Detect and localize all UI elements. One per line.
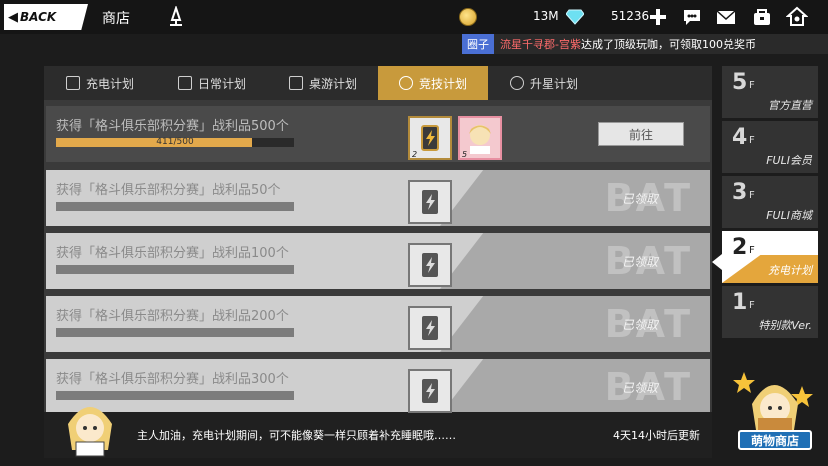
claimed-status: 已领取 xyxy=(621,381,658,395)
tab-label: 桌游计划 xyxy=(308,76,357,91)
floor-number: 3 xyxy=(732,180,748,205)
floor-5[interactable]: 5 F 官方直营 xyxy=(722,66,818,118)
floor-4[interactable]: 4 F FULI会员 xyxy=(722,121,818,173)
chat-icon[interactable] xyxy=(681,6,703,28)
task-title: 获得「格斗俱乐部积分赛」战利品50个 xyxy=(56,183,281,198)
reward-item[interactable] xyxy=(408,180,452,224)
claimed-status: 已领取 xyxy=(621,255,658,269)
footer-hint: 主人加油，充电计划期间，可不能像葵一样只顾着补充睡眠哦…… xyxy=(137,429,456,442)
floor-label: 特别款Ver. xyxy=(758,319,812,332)
floor-suffix: F xyxy=(749,135,755,146)
tab-daily-plan[interactable]: 日常计划 xyxy=(156,66,268,100)
back-button[interactable]: ◀ BACK xyxy=(4,4,88,30)
reward-count: 2 xyxy=(412,150,418,159)
tab-label: 升星计划 xyxy=(529,76,578,91)
task-row: 获得「格斗俱乐部积分赛」战利品100个 BAT 已领取 xyxy=(46,233,710,289)
floor-number: 5 xyxy=(732,70,748,95)
floor-number: 4 xyxy=(732,125,748,150)
battery-item-icon xyxy=(422,379,438,403)
task-title: 获得「格斗俱乐部积分赛」战利品500个 xyxy=(56,119,289,134)
active-floor-pointer xyxy=(712,254,722,270)
mascot-avatar xyxy=(68,407,112,457)
task-title: 获得「格斗俱乐部积分赛」战利品100个 xyxy=(56,246,289,261)
tab-boardgame-plan[interactable]: 桌游计划 xyxy=(268,66,378,100)
fist-icon xyxy=(398,76,413,90)
battery-item-icon xyxy=(422,253,438,277)
floor-suffix: F xyxy=(749,80,755,91)
book-icon xyxy=(177,76,192,90)
task-row: 获得「格斗俱乐部积分赛」战利品300个 BAT 已领取 xyxy=(46,359,710,415)
floor-3[interactable]: 3 F FULI商城 xyxy=(722,176,818,228)
floor-1[interactable]: 1 F 特别款Ver. xyxy=(722,286,818,338)
tab-charge-plan[interactable]: 充电计划 xyxy=(44,66,156,100)
announcement-user: 流星千寻郡-宫紫 xyxy=(500,38,581,51)
star-icon xyxy=(509,76,524,90)
floor-suffix: F xyxy=(749,190,755,201)
reward-item[interactable]: 2 xyxy=(408,116,452,160)
goto-button[interactable]: 前往 xyxy=(598,122,684,146)
progress-bar xyxy=(56,328,294,337)
top-bar: ◀ BACK 商店 13M 51236 xyxy=(0,0,828,34)
progress-bar: 411/500 xyxy=(56,137,294,147)
back-label: BACK xyxy=(20,10,57,24)
floor-label: FULI会员 xyxy=(766,154,812,167)
claimed-status: 已领取 xyxy=(621,192,658,206)
floor-suffix: F xyxy=(749,245,755,256)
floor-number: 1 xyxy=(732,290,748,315)
floor-label: 官方直营 xyxy=(768,99,812,112)
reward-item[interactable]: 5 xyxy=(458,116,502,160)
coin-count: 13M xyxy=(533,9,559,23)
floor-label: FULI商城 xyxy=(766,209,812,222)
claimed-status: 已领取 xyxy=(621,318,658,332)
plan-tabs: 充电计划 日常计划 桌游计划 竞技计划 升星计划 xyxy=(44,66,712,100)
floor-number: 2 xyxy=(732,235,748,260)
tab-competitive-plan[interactable]: 竞技计划 xyxy=(378,66,488,100)
battery-item-icon xyxy=(422,190,438,214)
announcement-marquee: 圈子 流星千寻郡-宫紫 达成了顶级玩咖，可领取100兑奖币 xyxy=(462,34,828,54)
gem-icon xyxy=(566,9,584,25)
reward-item[interactable] xyxy=(408,243,452,287)
tab-star-plan[interactable]: 升星计划 xyxy=(488,66,600,100)
board-icon xyxy=(288,76,303,90)
gem-count: 51236 xyxy=(611,9,650,23)
task-title: 获得「格斗俱乐部积分赛」战利品200个 xyxy=(56,309,289,324)
progress-bar xyxy=(56,265,294,274)
reward-item[interactable] xyxy=(408,369,452,413)
task-row: 获得「格斗俱乐部积分赛」战利品500个 411/500 2 5 前往 xyxy=(46,106,710,162)
pin-icon[interactable] xyxy=(165,6,187,28)
circle-tag: 圈子 xyxy=(462,34,494,54)
refresh-timer: 4天14小时后更新 xyxy=(613,429,700,442)
mail-icon[interactable] xyxy=(715,6,737,28)
bag-icon[interactable] xyxy=(751,6,773,28)
task-panel: 充电计划 日常计划 桌游计划 竞技计划 升星计划 获得「格斗俱乐部积分赛」战利品… xyxy=(44,66,712,458)
reward-item[interactable] xyxy=(408,306,452,350)
tab-label: 日常计划 xyxy=(197,76,246,91)
coin-icon xyxy=(459,8,477,26)
plus-icon[interactable] xyxy=(648,7,668,27)
tab-label: 竞技计划 xyxy=(418,76,467,91)
task-title: 获得「格斗俱乐部积分赛」战利品300个 xyxy=(56,372,289,387)
page-title: 商店 xyxy=(102,11,130,27)
reward-count: 5 xyxy=(462,150,468,159)
footer-bar: 主人加油，充电计划期间，可不能像葵一样只顾着补充睡眠哦…… 4天14小时后更新 xyxy=(44,407,712,458)
mascot-shop-icon xyxy=(733,372,813,432)
progress-text: 411/500 xyxy=(156,137,194,147)
battery-icon xyxy=(65,76,80,90)
back-arrow-icon: ◀ xyxy=(8,9,18,25)
floor-2[interactable]: 2 F 充电计划 xyxy=(722,231,818,283)
cute-shop-button[interactable]: 萌物商店 xyxy=(732,364,818,454)
tab-label: 充电计划 xyxy=(85,76,134,91)
floor-label: 充电计划 xyxy=(768,264,812,277)
task-row: 获得「格斗俱乐部积分赛」战利品200个 BAT 已领取 xyxy=(46,296,710,352)
progress-bar xyxy=(56,202,294,211)
announcement-text: 达成了顶级玩咖，可领取100兑奖币 xyxy=(580,38,756,51)
floor-suffix: F xyxy=(749,300,755,311)
task-row: 获得「格斗俱乐部积分赛」战利品50个 BAT 已领取 xyxy=(46,170,710,226)
home-icon[interactable] xyxy=(786,6,808,28)
progress-bar xyxy=(56,391,294,400)
battery-item-icon xyxy=(422,316,438,340)
shop-label: 萌物商店 xyxy=(738,430,812,450)
